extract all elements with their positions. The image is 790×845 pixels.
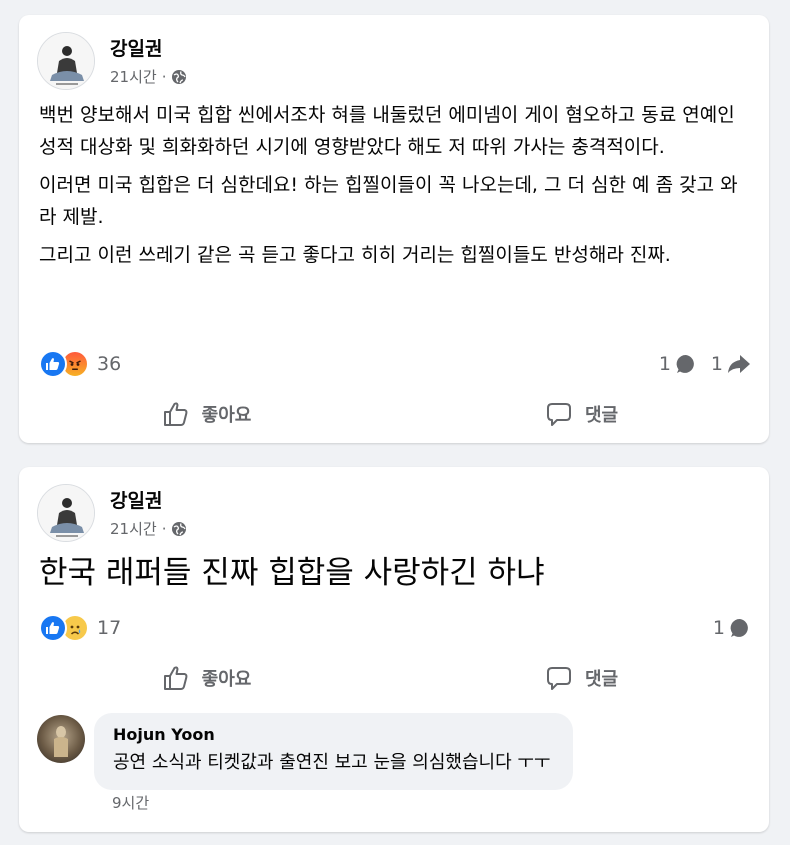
comment-text: 공연 소식과 티켓값과 출연진 보고 눈을 의심했습니다 ㅜㅜ — [113, 752, 551, 773]
like-button[interactable]: 좋아요 — [19, 391, 394, 437]
comment-count-link[interactable]: 1 — [659, 353, 697, 375]
avatar-photo — [38, 33, 94, 89]
author-name[interactable]: 강일권 — [110, 34, 162, 61]
thumbs-up-icon — [163, 666, 188, 690]
author-avatar[interactable] — [37, 484, 95, 542]
thumbs-up-icon — [163, 402, 188, 426]
post-paragraph: 그리고 이런 쓰레기 같은 곡 듣고 좋다고 히히 거리는 힙찔이들도 반성해라… — [39, 244, 671, 266]
commenter-avatar[interactable] — [37, 715, 85, 763]
post-actions: 좋아요 댓글 — [19, 655, 769, 701]
comment-icon — [546, 667, 571, 690]
post-card: 강일권 21시간 · 백번 양보해서 미국 힙합 씬에서조차 혀를 내둘렀던 에… — [19, 15, 769, 443]
post-actions: 좋아요 댓글 — [19, 391, 769, 437]
like-label: 좋아요 — [201, 405, 252, 426]
author-avatar[interactable] — [37, 32, 95, 90]
like-button[interactable]: 좋아요 — [19, 655, 394, 701]
reactions-summary[interactable]: 17 — [39, 613, 121, 643]
comment-button[interactable]: 댓글 — [394, 391, 769, 437]
comment-icon — [546, 403, 571, 426]
post-timestamp[interactable]: 21시간 — [110, 66, 157, 87]
comment-label: 댓글 — [584, 669, 619, 690]
avatar-photo — [38, 485, 94, 541]
comment-count: 1 — [658, 353, 671, 375]
comment-bubble-icon — [730, 618, 748, 637]
share-arrow-icon — [728, 355, 750, 373]
post-stats: 1 — [713, 613, 751, 643]
post-stats: 1 1 — [659, 349, 751, 379]
post-body: 백번 양보해서 미국 힙합 씬에서조차 혀를 내둘렀던 에미넴이 게이 혐오하고… — [39, 99, 749, 277]
comment-label: 댓글 — [584, 405, 619, 426]
post-card: 강일권 21시간 · 한국 래퍼들 진짜 힙합을 사랑하긴 하냐 17 1 좋아… — [19, 467, 769, 832]
like-icon — [39, 350, 67, 378]
comment-bubble-icon — [676, 354, 694, 373]
like-label: 좋아요 — [201, 669, 252, 690]
share-count: 1 — [710, 353, 723, 375]
post-meta: 21시간 · — [110, 518, 187, 539]
comment-timestamp[interactable]: 9시간 — [112, 792, 149, 813]
post-paragraph: 백번 양보해서 미국 힙합 씬에서조차 혀를 내둘렀던 에미넴이 게이 혐오하고… — [39, 104, 735, 158]
globe-icon — [172, 69, 187, 84]
comment-count: 1 — [712, 617, 725, 639]
comment-count-link[interactable]: 1 — [713, 617, 751, 639]
reaction-count: 36 — [97, 353, 122, 375]
comment: Hojun Yoon 공연 소식과 티켓값과 출연진 보고 눈을 의심했습니다 … — [37, 713, 717, 823]
avatar-photo — [54, 726, 68, 757]
post-paragraph: 이러면 미국 힙합은 더 심한데요! 하는 힙찔이들이 꼭 나오는데, 그 더 … — [39, 174, 738, 228]
comment-button[interactable]: 댓글 — [394, 655, 769, 701]
post-meta: 21시간 · — [110, 66, 187, 87]
globe-icon — [172, 521, 187, 536]
share-count-link[interactable]: 1 — [711, 353, 751, 375]
post-body: 한국 래퍼들 진짜 힙합을 사랑하긴 하냐 — [39, 555, 545, 591]
reactions-summary[interactable]: 36 — [39, 349, 121, 379]
like-icon — [39, 614, 67, 642]
reaction-count: 17 — [97, 617, 122, 639]
author-name[interactable]: 강일권 — [110, 486, 162, 513]
comment-bubble: Hojun Yoon 공연 소식과 티켓값과 출연진 보고 눈을 의심했습니다 … — [94, 713, 573, 790]
meta-separator: · — [161, 519, 167, 538]
meta-separator: · — [161, 67, 167, 86]
commenter-name[interactable]: Hojun Yoon — [113, 725, 551, 744]
post-timestamp[interactable]: 21시간 — [110, 518, 157, 539]
